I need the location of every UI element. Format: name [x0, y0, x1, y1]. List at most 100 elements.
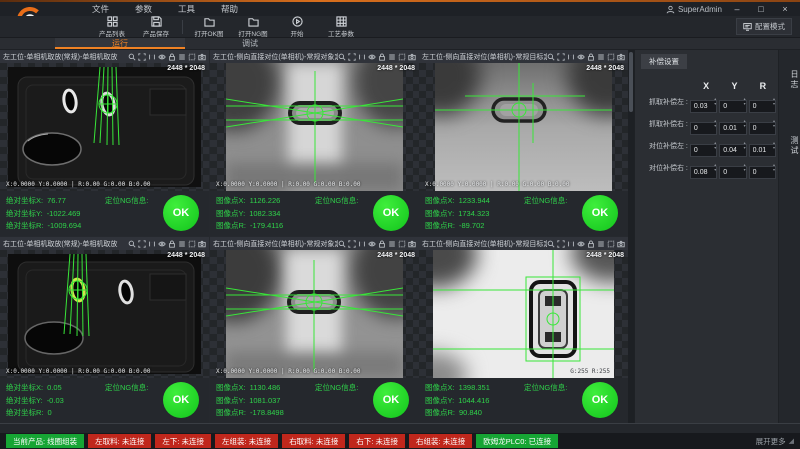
zoom-icon[interactable] [128, 53, 136, 61]
lock-icon[interactable] [587, 53, 595, 61]
align-left-y-input[interactable] [719, 144, 746, 157]
zoom-icon[interactable] [547, 240, 555, 248]
align-right-r-input[interactable] [749, 166, 776, 179]
snapshot-icon[interactable] [617, 53, 625, 61]
tab-debug[interactable]: 调试 [185, 38, 315, 49]
list-icon[interactable] [178, 240, 186, 248]
lock-icon[interactable] [168, 53, 176, 61]
grab-left-y-input[interactable] [719, 100, 746, 113]
spinner-icon[interactable]: ▴▾ [714, 118, 716, 128]
compensation-tab[interactable]: 补偿设置 [641, 54, 687, 69]
zoom-icon[interactable] [338, 53, 346, 61]
spinner-icon[interactable]: ▴▾ [744, 162, 746, 172]
product-save-button[interactable]: 产品保存 [134, 16, 178, 38]
zoom-icon[interactable] [128, 240, 136, 248]
list-icon[interactable] [597, 240, 605, 248]
one-to-one-icon[interactable] [358, 240, 366, 248]
lock-icon[interactable] [378, 53, 386, 61]
eye-icon[interactable] [577, 53, 585, 61]
one-to-one-icon[interactable] [567, 240, 575, 248]
snapshot-icon[interactable] [617, 240, 625, 248]
one-to-one-icon[interactable] [148, 53, 156, 61]
grab-right-y-input[interactable] [719, 122, 746, 135]
tab-run[interactable]: 运行 [55, 38, 185, 49]
menu-file[interactable]: 文件 [92, 3, 109, 15]
minimize-button[interactable]: – [728, 3, 746, 15]
open-ok-image-button[interactable]: 打开OK图 [187, 16, 231, 38]
fit-screen-icon[interactable] [138, 240, 146, 248]
snapshot-icon[interactable] [408, 240, 416, 248]
one-to-one-icon[interactable] [358, 53, 366, 61]
open-ng-image-button[interactable]: 打开NG图 [231, 16, 275, 38]
process-params-button[interactable]: 工艺参数 [319, 16, 363, 38]
spinner-icon[interactable]: ▴▾ [773, 162, 775, 172]
region-icon[interactable] [188, 240, 196, 248]
grab-right-r-input[interactable] [749, 122, 776, 135]
camera-image[interactable]: 2448 * 2048 X:0.0000 Y:0.0000 | R:0.00 G… [210, 250, 419, 378]
snapshot-icon[interactable] [408, 53, 416, 61]
bottom-splitter[interactable] [0, 423, 800, 433]
snapshot-icon[interactable] [198, 240, 206, 248]
menu-parameters[interactable]: 参数 [135, 3, 152, 15]
maximize-button[interactable]: □ [752, 3, 770, 15]
eye-icon[interactable] [158, 240, 166, 248]
fit-screen-icon[interactable] [557, 53, 565, 61]
one-to-one-icon[interactable] [148, 240, 156, 248]
lock-icon[interactable] [168, 240, 176, 248]
start-button[interactable]: 开始 [275, 16, 319, 38]
zoom-icon[interactable] [547, 53, 555, 61]
side-tab-test[interactable]: 测试 [779, 136, 800, 156]
align-right-x-input[interactable] [690, 166, 717, 179]
config-mode-button[interactable]: 配置模式 [736, 18, 792, 35]
one-to-one-icon[interactable] [567, 53, 575, 61]
align-left-r-input[interactable] [749, 144, 776, 157]
close-button[interactable]: × [776, 3, 794, 15]
region-icon[interactable] [398, 240, 406, 248]
user-account[interactable]: SuperAdmin [666, 5, 722, 14]
spinner-icon[interactable]: ▴▾ [714, 96, 716, 106]
list-icon[interactable] [388, 240, 396, 248]
menu-help[interactable]: 帮助 [221, 3, 238, 15]
spinner-icon[interactable]: ▴▾ [714, 162, 716, 172]
spinner-icon[interactable]: ▴▾ [773, 140, 775, 150]
grab-left-r-input[interactable] [749, 100, 776, 113]
camera-image[interactable]: 2448 * 2048 G:255 R:255 [419, 250, 628, 378]
lock-icon[interactable] [378, 240, 386, 248]
menu-tools[interactable]: 工具 [178, 3, 195, 15]
product-list-button[interactable]: 产品列表 [90, 16, 134, 38]
align-left-x-input[interactable] [690, 144, 717, 157]
spinner-icon[interactable]: ▴▾ [744, 140, 746, 150]
align-right-y-input[interactable] [719, 166, 746, 179]
scrollbar-thumb[interactable] [629, 52, 633, 112]
grab-left-x-input[interactable] [690, 100, 717, 113]
fit-screen-icon[interactable] [348, 240, 356, 248]
camera-image[interactable]: 2448 * 2048 X:0.0000 Y:0.0000 | R:0.00 G… [0, 250, 209, 378]
list-icon[interactable] [597, 53, 605, 61]
spinner-icon[interactable]: ▴▾ [773, 118, 775, 128]
fit-screen-icon[interactable] [557, 240, 565, 248]
eye-icon[interactable] [368, 240, 376, 248]
snapshot-icon[interactable] [198, 53, 206, 61]
region-icon[interactable] [607, 53, 615, 61]
camera-image[interactable]: 2448 * 2048 X:0.0000 Y:0.0000 | R:0.00 G… [0, 63, 209, 191]
grab-right-x-input[interactable] [690, 122, 717, 135]
fit-screen-icon[interactable] [138, 53, 146, 61]
eye-icon[interactable] [158, 53, 166, 61]
spinner-icon[interactable]: ▴▾ [744, 96, 746, 106]
fit-screen-icon[interactable] [348, 53, 356, 61]
spinner-icon[interactable]: ▴▾ [714, 140, 716, 150]
eye-icon[interactable] [577, 240, 585, 248]
spinner-icon[interactable]: ▴▾ [773, 96, 775, 106]
region-icon[interactable] [398, 53, 406, 61]
side-tab-log[interactable]: 日志 [779, 70, 800, 90]
spinner-icon[interactable]: ▴▾ [744, 118, 746, 128]
zoom-icon[interactable] [338, 240, 346, 248]
eye-icon[interactable] [368, 53, 376, 61]
camera-image[interactable]: 2448 * 2048 X:0.0000 Y:0.0000 | R:0.00 G… [210, 63, 419, 191]
region-icon[interactable] [607, 240, 615, 248]
list-icon[interactable] [178, 53, 186, 61]
list-icon[interactable] [388, 53, 396, 61]
expand-more-button[interactable]: 展开更多 ◢ [756, 436, 794, 447]
lock-icon[interactable] [587, 240, 595, 248]
camera-image[interactable]: 2448 * 2048 X:0.0000 Y:0.0000 | R:0.00 G… [419, 63, 628, 191]
